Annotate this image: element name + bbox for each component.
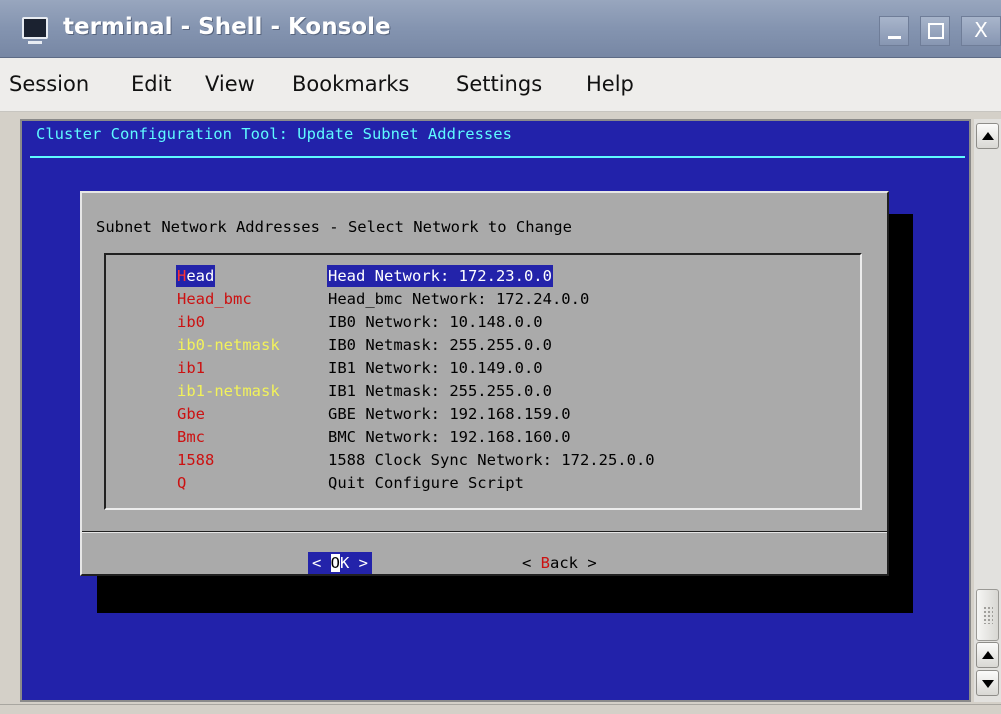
window-title: terminal - Shell - Konsole: [63, 14, 391, 40]
vertical-scrollbar[interactable]: [974, 119, 1001, 702]
menu-help[interactable]: Help: [586, 72, 634, 96]
scroll-up-button[interactable]: [976, 123, 999, 149]
list-item-tag[interactable]: Q: [176, 472, 187, 494]
subnet-dialog: Subnet Network Addresses - Select Networ…: [80, 191, 889, 576]
close-icon: X: [974, 18, 988, 42]
arrow-down-icon: [982, 680, 994, 688]
list-item-desc[interactable]: BMC Network: 192.168.160.0: [327, 426, 572, 448]
window-bottom-edge: [0, 704, 1001, 714]
list-item[interactable]: ib0 IB0 Network: 10.148.0.0: [176, 311, 543, 333]
dialog-title: Subnet Network Addresses - Select Networ…: [96, 218, 572, 236]
back-button[interactable]: < Back >: [522, 552, 597, 574]
list-item[interactable]: ib1-netmask IB1 Netmask: 255.255.0.0: [176, 380, 552, 402]
menu-bar: Session Edit View Bookmarks Settings Hel…: [0, 58, 1001, 112]
list-item[interactable]: ib0-netmask IB0 Netmask: 255.255.0.0: [176, 334, 552, 356]
list-item[interactable]: 1588 1588 Clock Sync Network: 172.25.0.0: [176, 449, 655, 471]
list-item[interactable]: ib1 IB1 Network: 10.149.0.0: [176, 357, 543, 379]
list-item-desc[interactable]: IB0 Netmask: 255.255.0.0: [327, 334, 553, 356]
arrow-up-icon: [982, 651, 994, 659]
menu-edit[interactable]: Edit: [131, 72, 172, 96]
title-bar[interactable]: terminal - Shell - Konsole X: [0, 0, 1001, 58]
list-item-desc[interactable]: 1588 Clock Sync Network: 172.25.0.0: [327, 449, 656, 471]
list-item-tag[interactable]: 1588: [176, 449, 215, 471]
back-button-rest: ack >: [550, 554, 597, 572]
menu-view[interactable]: View: [205, 72, 255, 96]
ok-button-left: <: [312, 554, 331, 572]
list-item[interactable]: Head_bmc Head_bmc Network: 172.24.0.0: [176, 288, 589, 310]
list-item-tag[interactable]: Head_bmc: [176, 288, 253, 310]
ok-button-hotkey: O: [330, 554, 341, 572]
close-button[interactable]: X: [961, 16, 1001, 46]
list-item-tag[interactable]: Bmc: [176, 426, 206, 448]
minimize-button[interactable]: [879, 16, 909, 46]
list-item-desc[interactable]: IB1 Network: 10.149.0.0: [327, 357, 544, 379]
list-item-desc[interactable]: Head_bmc Network: 172.24.0.0: [327, 288, 590, 310]
ok-button-rest: K >: [340, 554, 369, 572]
list-item[interactable]: Bmc BMC Network: 192.168.160.0: [176, 426, 571, 448]
list-item-tag[interactable]: ib1: [176, 357, 206, 379]
maximize-button[interactable]: [920, 16, 950, 46]
menu-bookmarks[interactable]: Bookmarks: [292, 72, 409, 96]
back-button-left: <: [522, 554, 541, 572]
list-item[interactable]: Head Head Network: 172.23.0.0: [176, 265, 553, 287]
grip-icon: [983, 606, 993, 624]
terminal-area[interactable]: Cluster Configuration Tool: Update Subne…: [20, 119, 971, 702]
list-item-tag[interactable]: ib0: [176, 311, 206, 333]
list-item-desc[interactable]: IB0 Network: 10.148.0.0: [327, 311, 544, 333]
list-item-desc[interactable]: GBE Network: 192.168.159.0: [327, 403, 572, 425]
terminal-icon: [22, 17, 48, 44]
list-item-tag[interactable]: ib1-netmask: [176, 380, 281, 402]
list-item-desc[interactable]: IB1 Netmask: 255.255.0.0: [327, 380, 553, 402]
list-item[interactable]: Gbe GBE Network: 192.168.159.0: [176, 403, 571, 425]
list-item-desc[interactable]: Head Network: 172.23.0.0: [327, 265, 553, 287]
dialog-divider: [82, 531, 887, 533]
minimize-icon: [888, 36, 901, 39]
menu-settings[interactable]: Settings: [456, 72, 542, 96]
scroll-up-button-lower[interactable]: [976, 642, 999, 668]
list-item[interactable]: Q Quit Configure Script: [176, 472, 524, 494]
menu-session[interactable]: Session: [9, 72, 89, 96]
arrow-up-icon: [982, 132, 994, 140]
scroll-down-button[interactable]: [976, 670, 999, 696]
list-item-tag[interactable]: ib0-netmask: [176, 334, 281, 356]
header-divider: [30, 156, 965, 158]
scroll-thumb[interactable]: [976, 589, 999, 641]
list-item-tag[interactable]: Head: [176, 265, 216, 287]
tool-header: Cluster Configuration Tool: Update Subne…: [36, 125, 512, 143]
ok-button[interactable]: < OK >: [308, 552, 373, 574]
back-button-hotkey: B: [540, 554, 551, 572]
maximize-icon: [928, 23, 944, 39]
list-item-desc[interactable]: Quit Configure Script: [327, 472, 525, 494]
list-item-tag[interactable]: Gbe: [176, 403, 206, 425]
